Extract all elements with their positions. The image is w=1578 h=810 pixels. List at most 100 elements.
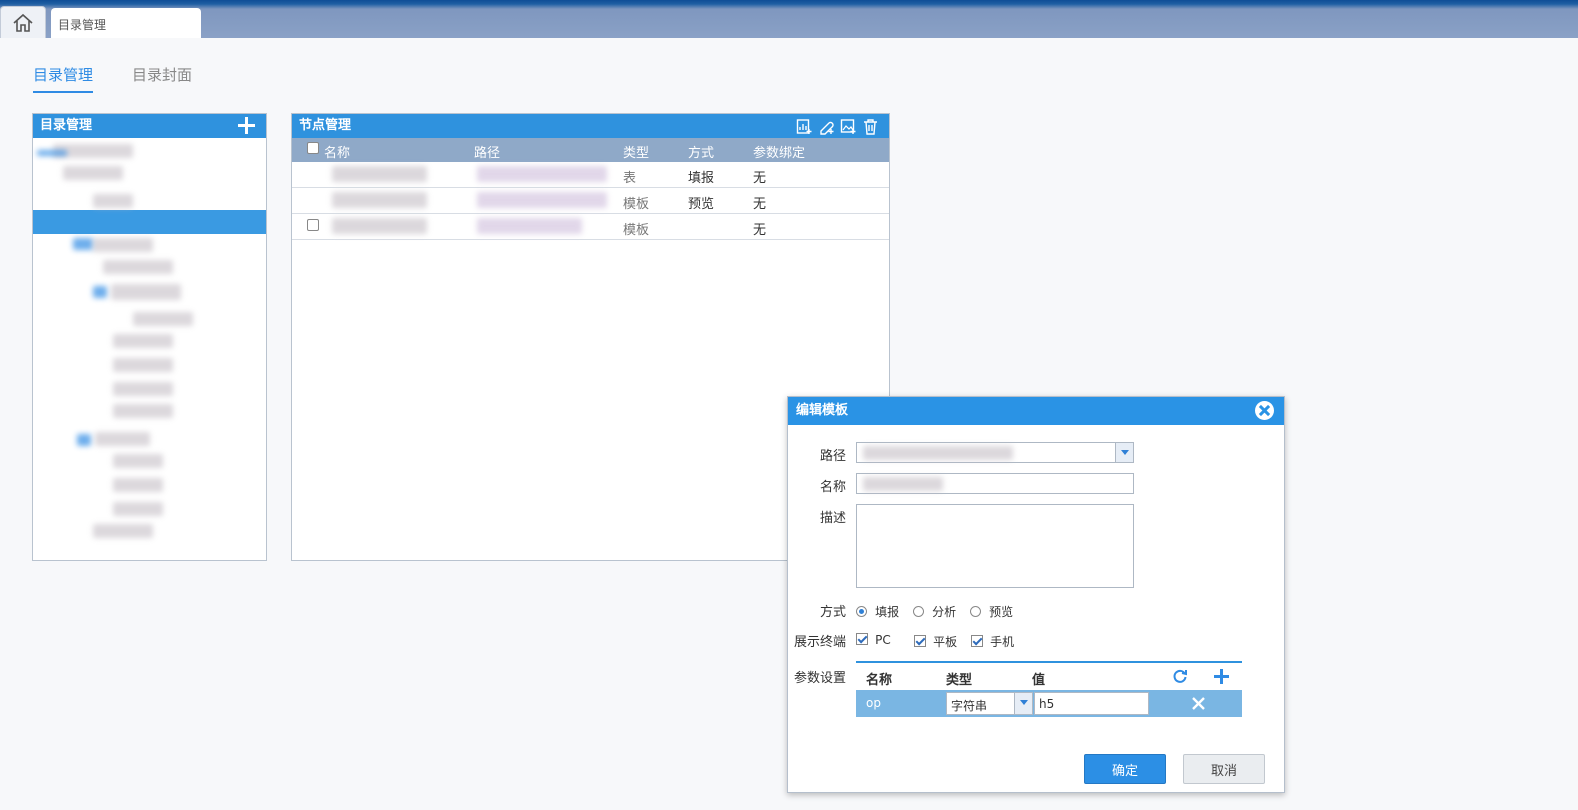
tab-label: 目录管理 — [58, 18, 107, 32]
tree-item[interactable] — [93, 194, 133, 208]
row-path — [477, 166, 607, 182]
radio-analyze[interactable] — [913, 606, 924, 617]
home-icon — [13, 13, 33, 32]
tree-item[interactable] — [113, 358, 173, 372]
tree-node-icon — [77, 434, 91, 446]
tree-item[interactable] — [93, 238, 153, 252]
row-type: 模板 — [623, 197, 650, 212]
tree-item[interactable] — [63, 166, 123, 180]
param-col-type: 类型 — [946, 673, 973, 688]
radio-fill[interactable] — [856, 606, 867, 617]
table-row[interactable]: 表 填报 无 — [292, 162, 889, 188]
chevron-down-icon[interactable] — [1115, 443, 1133, 462]
catalog-panel-title: 目录管理 — [40, 118, 93, 133]
add-param-icon[interactable] — [1213, 668, 1230, 685]
name-input[interactable] — [856, 473, 1134, 494]
path-select[interactable] — [856, 442, 1134, 463]
confirm-button[interactable]: 确定 — [1084, 754, 1166, 784]
select-all-checkbox[interactable] — [307, 142, 319, 154]
tree-item[interactable] — [113, 404, 173, 418]
tree-item[interactable] — [113, 334, 173, 348]
delete-icon[interactable] — [862, 118, 879, 135]
col-name: 名称 — [324, 146, 351, 161]
mode-option-fill[interactable]: 填报 — [856, 603, 899, 620]
tree-selected-item[interactable] — [33, 210, 266, 234]
node-panel-title: 节点管理 — [299, 118, 352, 133]
cancel-button[interactable]: 取消 — [1183, 754, 1265, 784]
mode-option-analyze[interactable]: 分析 — [913, 603, 956, 620]
param-col-value: 值 — [1032, 673, 1046, 688]
row-type: 模板 — [623, 223, 650, 238]
checkbox-pc-label: PC — [875, 633, 891, 647]
path-label: 路径 — [820, 449, 847, 464]
param-type-select[interactable]: 字符串 — [946, 692, 1033, 715]
name-label: 名称 — [820, 480, 847, 495]
tab-catalog-management[interactable]: 目录管理 — [51, 8, 201, 38]
row-binding: 无 — [753, 197, 767, 212]
terminal-pc[interactable]: PC — [856, 633, 891, 648]
node-table-header: 名称 路径 类型 方式 参数绑定 — [292, 138, 889, 162]
param-table-header: 名称 类型 值 — [856, 663, 1242, 690]
col-path: 路径 — [474, 146, 501, 161]
param-row[interactable]: op 字符串 h5 — [856, 690, 1242, 717]
param-table: 名称 类型 值 op 字符串 h5 — [856, 661, 1242, 717]
mode-option-preview[interactable]: 预览 — [970, 603, 1013, 620]
tree-node-icon — [73, 238, 93, 250]
row-name — [332, 192, 427, 208]
tree-item[interactable] — [113, 478, 163, 492]
tree-item[interactable] — [111, 284, 181, 300]
tree-item[interactable] — [113, 382, 173, 396]
checkbox-pc[interactable] — [856, 633, 868, 645]
row-binding: 无 — [753, 223, 767, 238]
radio-fill-label: 填报 — [875, 605, 900, 619]
radio-analyze-label: 分析 — [932, 605, 957, 619]
tree-item[interactable] — [95, 432, 150, 446]
tree-item[interactable] — [93, 524, 153, 538]
terminal-label: 展示终端 — [794, 635, 847, 650]
subtab-catalog-management[interactable]: 目录管理 — [33, 64, 94, 93]
refresh-icon[interactable] — [1172, 668, 1188, 688]
tree-item[interactable] — [113, 502, 163, 516]
row-checkbox[interactable] — [307, 219, 319, 231]
description-label: 描述 — [820, 511, 847, 526]
col-type: 类型 — [623, 146, 650, 161]
param-name: op — [866, 696, 881, 710]
row-mode: 填报 — [688, 171, 715, 186]
home-button[interactable] — [0, 6, 46, 38]
add-report-icon[interactable] — [796, 118, 813, 135]
checkbox-tablet[interactable] — [914, 635, 926, 647]
param-label: 参数设置 — [794, 671, 847, 686]
dialog-header: 编辑模板 — [788, 397, 1284, 425]
tree-item[interactable] — [133, 312, 193, 326]
checkbox-phone[interactable] — [971, 635, 983, 647]
row-path — [477, 218, 582, 234]
param-value-input[interactable]: h5 — [1034, 692, 1149, 715]
row-type: 表 — [623, 171, 637, 186]
add-image-icon[interactable] — [840, 118, 857, 135]
tree-node-icon — [37, 150, 67, 156]
row-name — [332, 218, 427, 234]
add-icon[interactable] — [237, 116, 256, 135]
subtab-catalog-cover[interactable]: 目录封面 — [132, 64, 192, 85]
edit-template-dialog: 编辑模板 路径 名称 描述 方式 填报 分析 预览 展示终端 PC 平板 手机 … — [787, 396, 1285, 793]
param-type-value: 字符串 — [951, 699, 988, 713]
remove-param-icon[interactable] — [1192, 697, 1205, 713]
tree-item[interactable] — [113, 454, 163, 468]
description-textarea[interactable] — [856, 504, 1134, 588]
name-value — [863, 477, 943, 491]
terminal-phone[interactable]: 手机 — [971, 633, 1014, 650]
add-link-icon[interactable] — [818, 118, 835, 135]
chevron-down-icon[interactable] — [1014, 693, 1032, 714]
row-name — [332, 166, 427, 182]
table-row[interactable]: 模板 无 — [292, 214, 889, 240]
terminal-tablet[interactable]: 平板 — [914, 633, 957, 650]
row-path — [477, 192, 607, 208]
param-col-name: 名称 — [866, 673, 893, 688]
row-mode: 预览 — [688, 197, 715, 212]
param-value: h5 — [1039, 697, 1055, 711]
table-row[interactable]: 模板 预览 无 — [292, 188, 889, 214]
tree-item[interactable] — [103, 260, 173, 274]
radio-preview[interactable] — [970, 606, 981, 617]
close-icon[interactable] — [1255, 401, 1274, 420]
checkbox-phone-label: 手机 — [990, 635, 1015, 649]
